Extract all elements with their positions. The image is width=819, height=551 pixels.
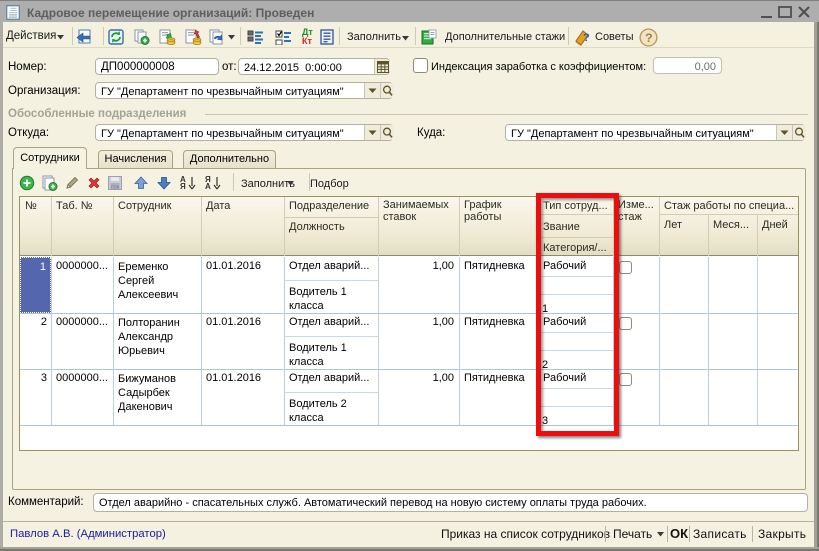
svg-text:ГОК: ГОК bbox=[111, 185, 120, 190]
svg-text:?: ? bbox=[645, 31, 653, 45]
svg-text:?: ? bbox=[583, 32, 590, 44]
